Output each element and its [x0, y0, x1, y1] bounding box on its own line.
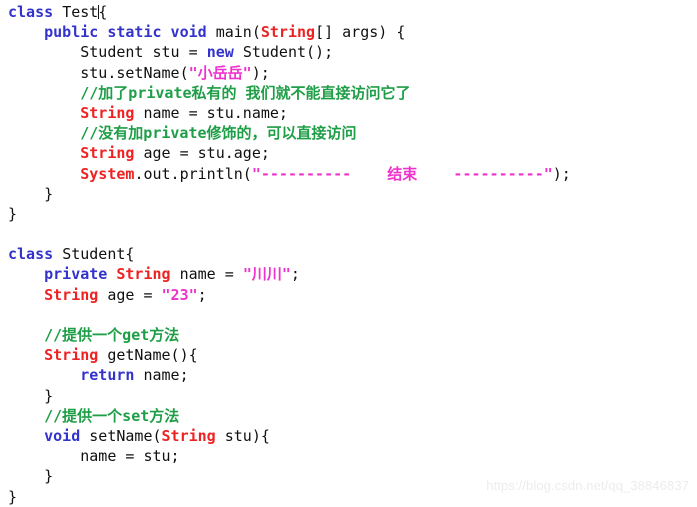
plain-token: name = stu.name;: [134, 103, 288, 122]
plain-token: }: [8, 204, 18, 223]
type-token: String: [260, 23, 316, 42]
code-line: name = stu;: [8, 446, 697, 466]
keyword-token: public static void: [44, 23, 216, 42]
plain-token: }: [8, 184, 54, 203]
plain-token: setName(: [89, 426, 162, 445]
plain-token: );: [552, 164, 571, 183]
code-line: class Student{: [8, 244, 697, 264]
code-line: }: [8, 184, 697, 204]
plain-token: name;: [143, 366, 189, 385]
keyword-token: return: [80, 366, 144, 385]
plain-token: Student();: [242, 43, 334, 62]
plain-token: ;: [290, 265, 300, 284]
plain-token: getName(){: [98, 346, 198, 365]
comment-token: //提供一个get方法: [44, 326, 180, 344]
type-token: String: [80, 144, 135, 163]
comment-token: //没有加private修饰的，可以直接访问: [80, 124, 357, 143]
plain-token: Student stu =: [8, 43, 207, 62]
plain-token: age = stu.age;: [134, 144, 270, 163]
plain-token: [] args) {: [315, 23, 406, 42]
code-line: String age = "23";: [8, 285, 697, 305]
code-line: class Test{: [8, 2, 697, 22]
type-token: String: [116, 265, 171, 284]
plain-token: stu){: [215, 426, 270, 445]
string-token: "---------- 结束 ----------": [251, 164, 553, 183]
type-token: String: [44, 346, 99, 365]
keyword-token: void: [44, 426, 90, 445]
code-line: }: [8, 204, 697, 224]
code-line: //提供一个set方法: [8, 406, 697, 426]
code-line: stu.setName("小岳岳");: [8, 63, 697, 83]
keyword-token: private: [44, 265, 117, 284]
keyword-token: class: [8, 245, 63, 264]
plain-token: ;: [197, 285, 207, 304]
plain-token: stu.setName(: [8, 63, 189, 82]
plain-token: {: [98, 3, 108, 21]
code-line: Student stu = new Student();: [8, 42, 697, 62]
plain-token: }: [8, 386, 54, 405]
code-line: String getName(){: [8, 345, 697, 365]
string-token: "川川": [242, 265, 291, 284]
code-line: public static void main(String[] args) {: [8, 22, 697, 42]
code-line: String age = stu.age;: [8, 143, 697, 163]
code-line: String name = stu.name;: [8, 103, 697, 123]
plain-token: Student{: [62, 245, 135, 264]
plain-token: age =: [98, 285, 162, 304]
code-line: private String name = "川川";: [8, 264, 697, 284]
keyword-token: class: [8, 3, 63, 21]
plain-token: name = stu;: [8, 447, 180, 466]
type-token: String: [80, 103, 135, 122]
comment-token: //加了private私有的 我们就不能直接访问它了: [80, 83, 411, 102]
type-token: String: [161, 426, 216, 445]
plain-token: name =: [170, 265, 243, 284]
plain-token: .out.println(: [134, 164, 252, 183]
watermark-url: https://blog.csdn.net/qq_38846837: [486, 478, 689, 493]
type-token: System: [80, 164, 135, 183]
code-line: return name;: [8, 365, 697, 385]
plain-token: );: [251, 63, 270, 82]
plain-token: }: [8, 467, 54, 486]
code-line: //提供一个get方法: [8, 325, 697, 345]
code-line: //加了private私有的 我们就不能直接访问它了: [8, 83, 697, 103]
plain-token: main(: [215, 23, 261, 42]
code-line: }: [8, 386, 697, 406]
plain-token: }: [8, 487, 18, 506]
string-token: "23": [161, 285, 198, 304]
string-token: "小岳岳": [188, 63, 252, 82]
code-line: //没有加private修饰的，可以直接访问: [8, 123, 697, 143]
plain-token: Test: [62, 3, 99, 21]
keyword-token: new: [206, 43, 243, 62]
code-editor[interactable]: class Test{ public static void main(Stri…: [0, 0, 697, 506]
type-token: String: [44, 285, 99, 304]
code-line: System.out.println("---------- 结束 ------…: [8, 164, 697, 184]
comment-token: //提供一个set方法: [44, 406, 180, 425]
code-line: void setName(String stu){: [8, 426, 697, 446]
